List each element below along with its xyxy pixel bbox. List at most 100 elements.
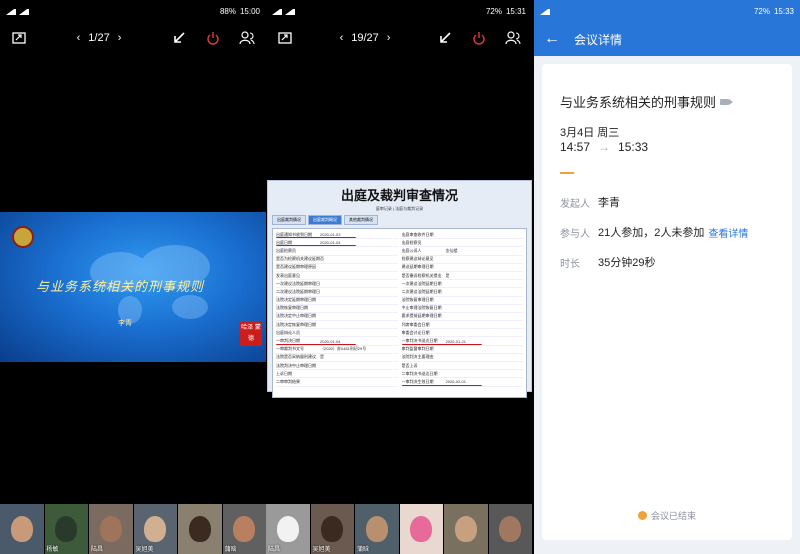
slide-pager: ‹ 1/27 › [77, 32, 122, 44]
form-row: 是否撤诉检察机关提出是 [401, 272, 523, 281]
participant-tile[interactable] [399, 504, 443, 554]
power-icon[interactable] [470, 29, 488, 47]
form-row: 是否建议延期审理原因 [276, 264, 398, 272]
meeting-times: 14:57 → 15:33 [560, 140, 648, 154]
meeting-ended-text: 会议已结束 [650, 511, 696, 521]
red-underline-annotation [401, 384, 482, 386]
status-bar: 88% 15:00 [0, 0, 266, 22]
form-label: 审判监督审判日期 [401, 346, 434, 352]
screen-middle: 72% 15:31 ‹ 19/27 › 出庭及裁判审查情况 庭审记录 | 法庭与… [266, 0, 532, 554]
participants-icon[interactable] [238, 29, 256, 47]
duration-value: 35分钟29秒 [598, 257, 656, 269]
participant-tile[interactable] [0, 504, 44, 554]
next-page-icon[interactable]: › [118, 32, 122, 44]
form-row: 一审判决生效日期 2020-02-01 [401, 378, 523, 387]
form-row: 建议延期审理日期 [401, 264, 523, 272]
form-label: 是否建议延期审理原因 [276, 264, 316, 270]
screen-share-icon[interactable] [10, 29, 28, 47]
status-bar: 72% 15:33 [534, 0, 800, 22]
form-label: 法院是否采纳量刑建议 [276, 354, 316, 360]
prev-page-icon[interactable]: ‹ [77, 32, 81, 44]
next-page-icon[interactable]: › [387, 32, 391, 44]
form-row: 出庭通知书收到日期 2020-01-03 [276, 231, 398, 240]
form-label: 法院恢复审理日期 [401, 297, 434, 303]
collapse-arrow-icon[interactable] [170, 29, 188, 47]
signal-icon [272, 8, 282, 15]
clock: 15:00 [239, 6, 260, 16]
court-emblem-icon [12, 226, 34, 248]
form-row: 上诉日期 [276, 370, 398, 379]
host-value: 李青 [598, 197, 620, 209]
meeting-title-text: 与业务系统相关的刑事规则 [560, 95, 717, 110]
form-row: 法院恢复审理日期 [276, 305, 398, 313]
battery-level: 72% [753, 6, 770, 16]
shared-slide: 与业务系统相关的刑事规则 李青 哈泽 蒙德 [0, 212, 266, 362]
back-arrow-icon[interactable]: ← [544, 30, 560, 48]
form-row: 发表出庭意见 [276, 272, 398, 281]
review-form: 出庭通知书收到日期 2020-01-03 出庭日期 2020-01-04 出庭检察员 是否… [272, 228, 527, 398]
prev-page-icon[interactable]: ‹ [340, 32, 344, 44]
form-row: 要求提前延期审理日期 [401, 313, 523, 322]
form-label: 二审审判结果 [276, 378, 300, 384]
form-tab: 其他裁判情况 [344, 215, 378, 225]
slide-pager: ‹ 19/27 › [340, 32, 391, 44]
form-label: 法院决定恢复审理日期 [276, 321, 316, 327]
form-row: 出庭检察员 [276, 247, 398, 256]
form-row: 二次建议法院延期审理日期 [276, 288, 398, 297]
participant-tile[interactable]: 蒲晗 [355, 504, 399, 554]
participant-tile[interactable] [444, 504, 488, 554]
slide-presenter: 李青 [118, 320, 132, 327]
form-value: 2020-01-21 [445, 338, 466, 344]
meeting-title: 与业务系统相关的刑事规则 [560, 92, 734, 111]
participants-icon[interactable] [504, 29, 522, 47]
duration-label: 时长 [560, 258, 580, 270]
participant-tile[interactable]: 陆昌 [89, 504, 133, 554]
view-details-link[interactable]: 查看详情 [708, 225, 748, 240]
battery-level: 88% [219, 6, 236, 16]
meeting-detail-card: 与业务系统相关的刑事规则 3月4日 周三 14:57 → 15:33 发起人 李… [542, 64, 792, 540]
collapse-arrow-icon[interactable] [436, 29, 454, 47]
form-label: 发表出庭意见 [276, 272, 300, 278]
form-label: 一次建议法院延期日期 [401, 280, 442, 286]
form-label: 出庭辩论人员 [276, 329, 300, 335]
form-column-right: 出庭审查收件日期 出庭检察员 出庭公诉人 金仙楼 检察建议辩论意见 建议延期审理日期 是否撤… [401, 231, 523, 395]
form-label: 出庭公诉人 [401, 247, 422, 253]
form-label: 列席审委会日期 [401, 321, 430, 327]
form-label: 法院恢复审理日期 [276, 305, 308, 311]
form-row: 出庭审查收件日期 [401, 231, 523, 240]
form-row: 出庭辩论人员 [276, 329, 398, 338]
participant-tile[interactable]: 吴旭美 [133, 504, 177, 554]
start-time: 14:57 [560, 140, 591, 154]
participant-tile[interactable] [178, 504, 222, 554]
form-row: 是否为检察机关建议延期审理否 [276, 256, 398, 264]
form-row: 法院是否采纳量刑建议是 [276, 354, 398, 362]
form-label: 法院决定延期审理日期 [276, 297, 316, 303]
participant-tile[interactable]: 蒲晗 [222, 504, 266, 554]
form-value: 金仙楼 [445, 247, 458, 253]
form-label: 是否撤诉检察机关提出 [401, 272, 442, 278]
form-label: 法院决定中止审理日期 [276, 313, 316, 319]
form-label: 一次建议法院延期审理日期 [276, 280, 320, 286]
form-value: （2020）苏0481刑初29号 [320, 346, 367, 352]
form-label: 二次建议法院延期审理日期 [276, 288, 320, 294]
participant-tile[interactable]: 吴旭美 [310, 504, 354, 554]
participant-tile[interactable]: 杨敏 [44, 504, 88, 554]
participant-tile[interactable]: 陆昌 [266, 504, 310, 554]
host-row: 发起人 李青 [560, 194, 620, 210]
form-label: 法院判决中止审理日期 [276, 362, 316, 368]
clock-icon [637, 511, 647, 520]
attendees-label: 参与人 [560, 228, 590, 240]
participant-tile[interactable] [488, 504, 532, 554]
screen-share-icon[interactable] [276, 29, 294, 47]
clock: 15:31 [505, 6, 526, 16]
form-label: 要求提前延期审理日期 [401, 313, 442, 319]
power-icon[interactable] [204, 29, 222, 47]
signal-icon [285, 8, 295, 15]
form-value: 是 [445, 272, 450, 278]
form-value: 2020-01-04 [320, 338, 341, 344]
signal-icon [19, 8, 29, 15]
form-row: 二审审判结果 [276, 378, 398, 387]
form-label: 出庭审查收件日期 [401, 231, 434, 237]
battery-level: 72% [485, 6, 502, 16]
slide-title: 出庭及裁判审查情况 [340, 189, 458, 204]
